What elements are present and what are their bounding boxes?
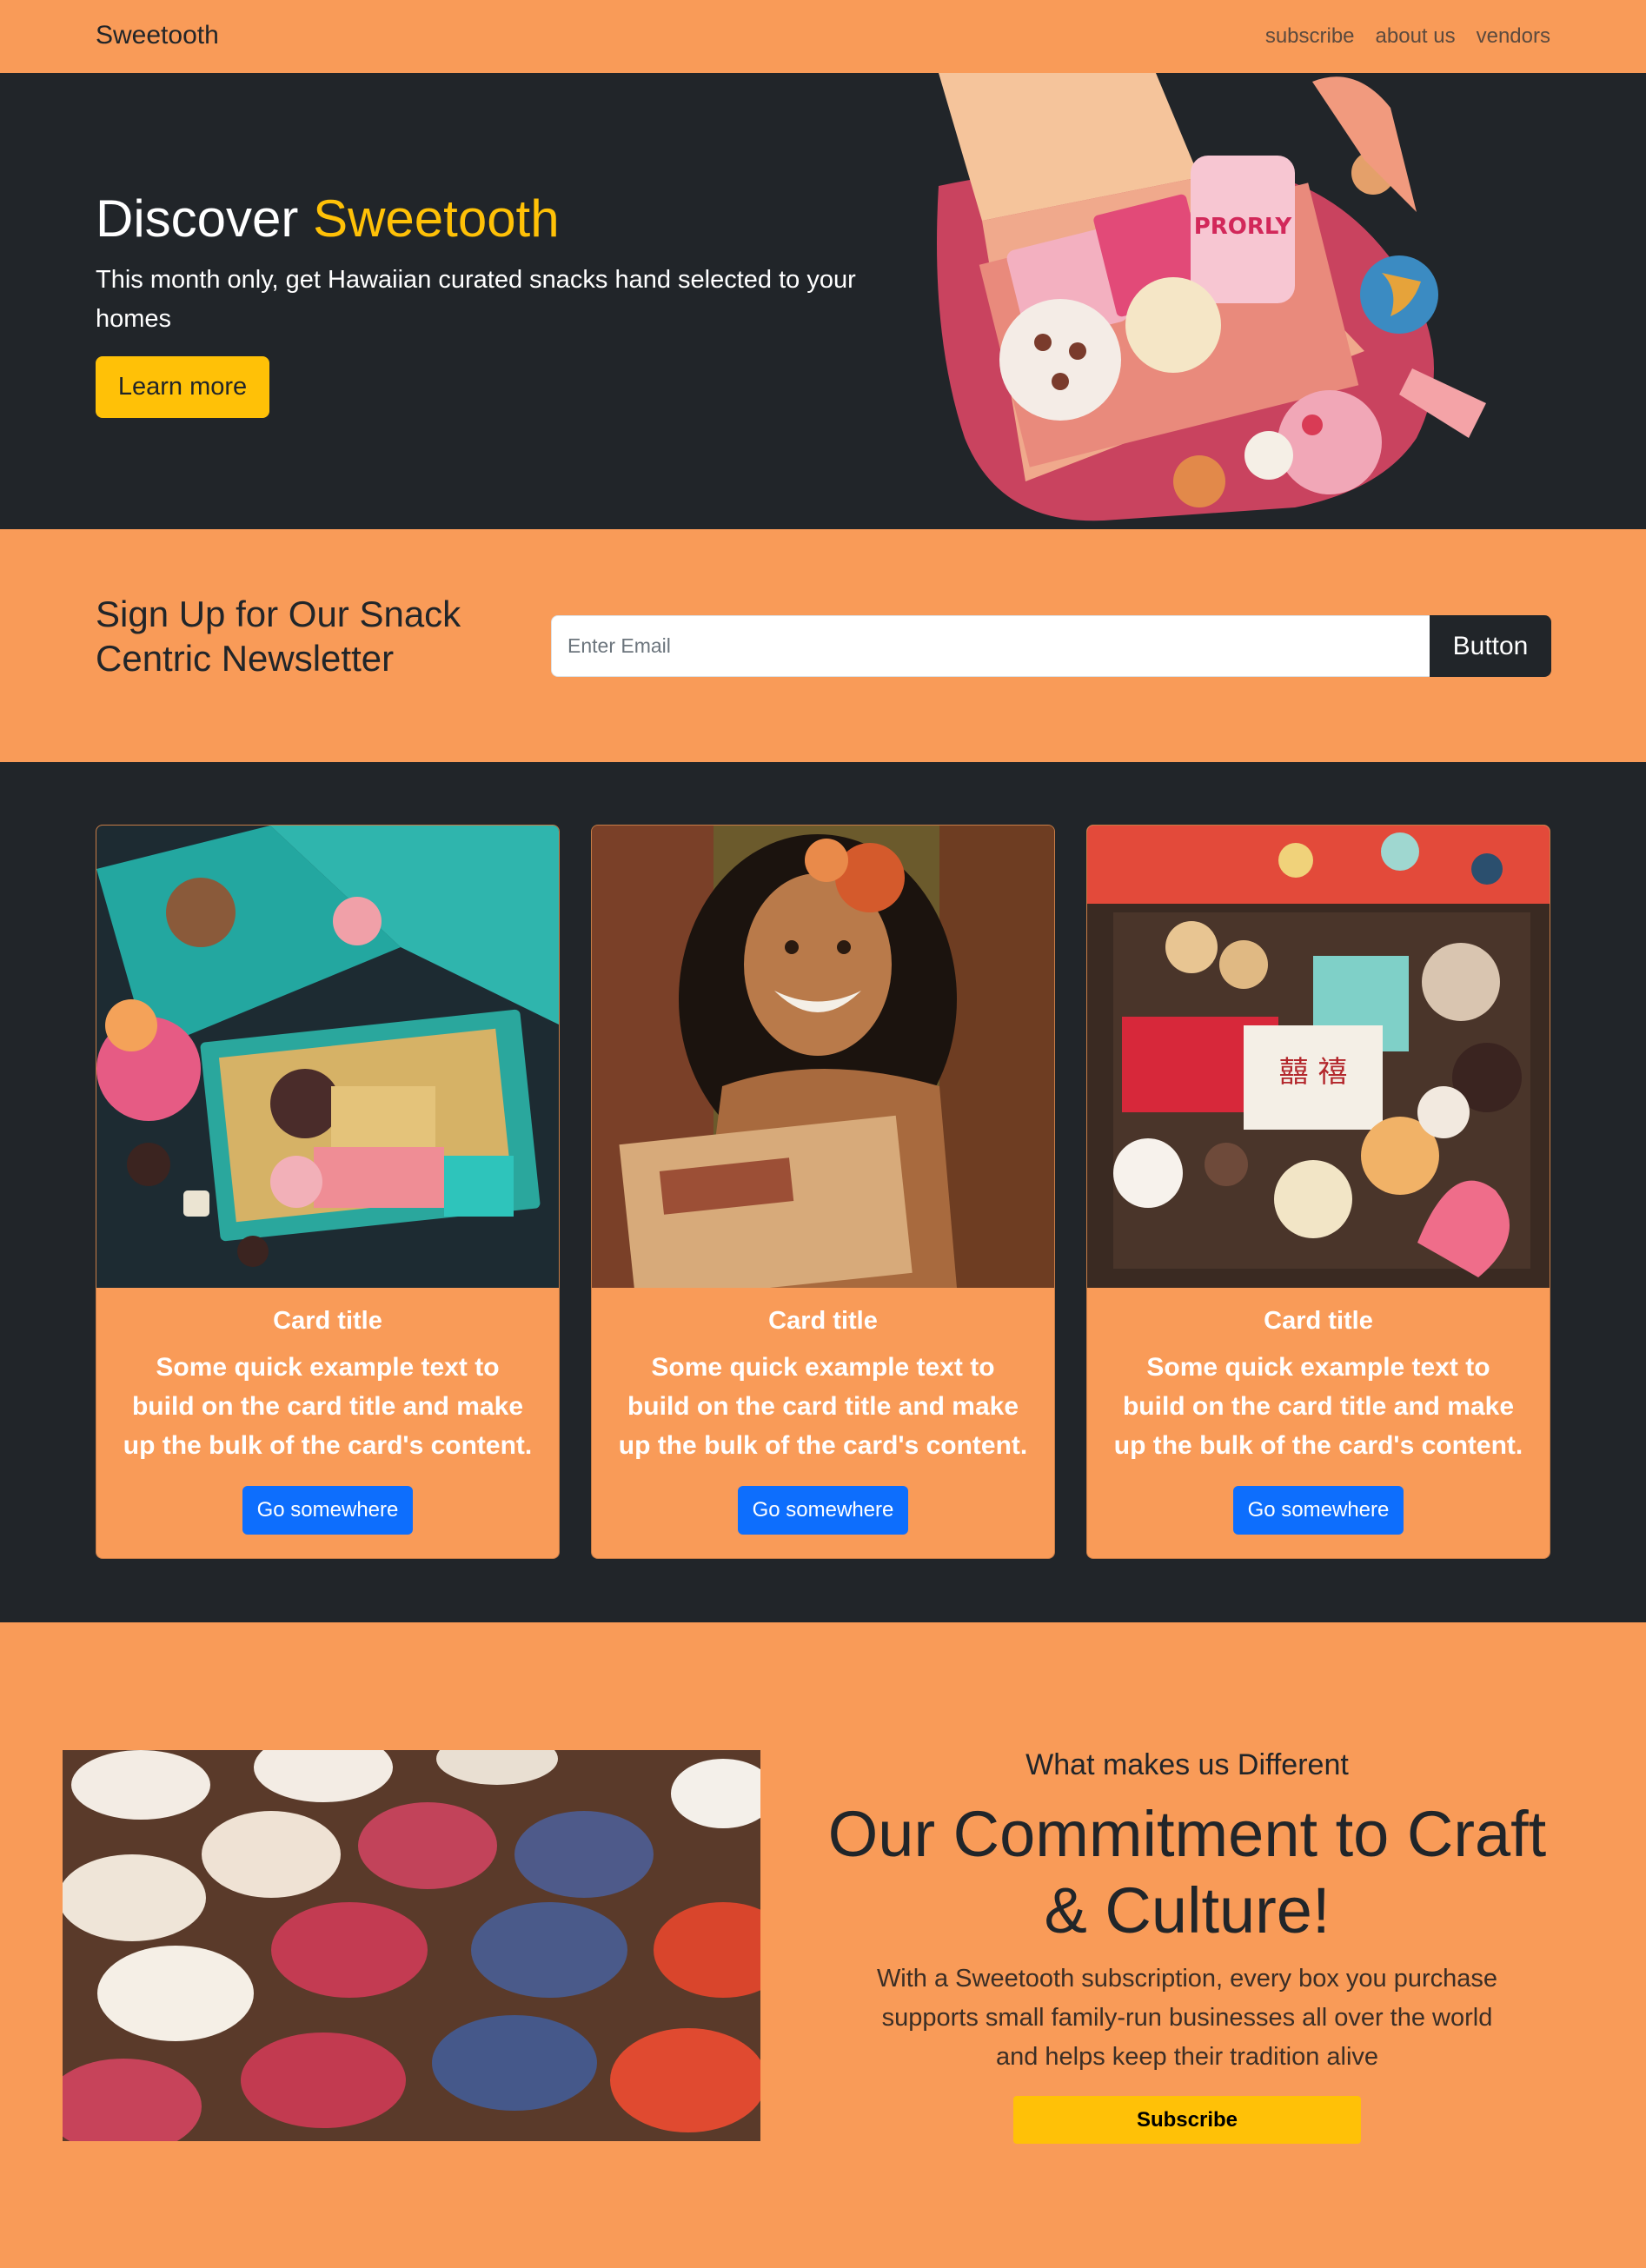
card-text: Some quick example text to build on the … [1113, 1353, 1523, 1460]
hero-section: Discover Sweetooth This month only, get … [0, 73, 1646, 529]
nav-link-vendors[interactable]: vendors [1477, 24, 1550, 49]
nav-link-about-us[interactable]: about us [1376, 24, 1456, 49]
card-title: Card title [768, 1307, 878, 1335]
hero-title-accent: Sweetooth [313, 189, 560, 248]
svg-text:PRORLY: PRORLY [1194, 214, 1293, 240]
newsletter-title: Sign Up for Our Snack Centric Newsletter [96, 594, 461, 679]
feature-content: What makes us Different Our Commitment t… [826, 1748, 1549, 2144]
card-title: Card title [1264, 1307, 1373, 1335]
email-input[interactable] [551, 615, 1430, 677]
feature-text: With a Sweetooth subscription, every box… [876, 1965, 1498, 2071]
hero-title: Discover Sweetooth [96, 189, 560, 249]
card-body: Card title Some quick example text to bu… [96, 1288, 559, 1535]
go-somewhere-button[interactable]: Go somewhere [242, 1486, 413, 1535]
navbar: Sweetooth subscribe about us vendors [0, 0, 1646, 73]
card: Card title Some quick example text to bu… [96, 825, 560, 1559]
nav-links: subscribe about us vendors [1265, 24, 1550, 49]
go-somewhere-button[interactable]: Go somewhere [738, 1486, 908, 1535]
card-image-tropical-box [96, 826, 559, 1288]
card-text: Some quick example text to build on the … [618, 1353, 1028, 1460]
svg-text:囍 禧: 囍 禧 [1279, 1055, 1348, 1090]
feature-section: What makes us Different Our Commitment t… [0, 1622, 1646, 2268]
go-somewhere-button[interactable]: Go somewhere [1233, 1486, 1404, 1535]
feature-subtitle: What makes us Different [1025, 1748, 1349, 1781]
newsletter-section: Sign Up for Our Snack Centric Newsletter… [0, 529, 1646, 762]
feature-title: Our Commitment to Craft & Culture! [827, 1798, 1547, 1946]
newsletter-submit-button[interactable]: Button [1430, 615, 1551, 677]
subscribe-button[interactable]: Subscribe [1013, 2096, 1361, 2144]
hero-text: This month only, get Hawaiian curated sn… [96, 266, 856, 333]
learn-more-button[interactable]: Learn more [96, 356, 269, 418]
brand-logo[interactable]: Sweetooth [96, 21, 219, 50]
card-body: Card title Some quick example text to bu… [1087, 1288, 1550, 1535]
nav-link-subscribe[interactable]: subscribe [1265, 24, 1355, 49]
hero-title-prefix: Discover [96, 189, 299, 248]
card-body: Card title Some quick example text to bu… [592, 1288, 1054, 1535]
card: 囍 禧 Card title Some quick example text t… [1086, 825, 1550, 1559]
tarts-image [63, 1750, 760, 2141]
card-text: Some quick example text to build on the … [123, 1353, 533, 1460]
cards-section: Card title Some quick example text to bu… [0, 762, 1646, 1622]
card-image-woman-with-box [592, 826, 1054, 1288]
hero-snack-box-image: PRORLY [937, 73, 1486, 521]
card-image-assorted-sweets-box: 囍 禧 [1087, 826, 1550, 1288]
card-title: Card title [273, 1307, 382, 1335]
card: Card title Some quick example text to bu… [591, 825, 1055, 1559]
